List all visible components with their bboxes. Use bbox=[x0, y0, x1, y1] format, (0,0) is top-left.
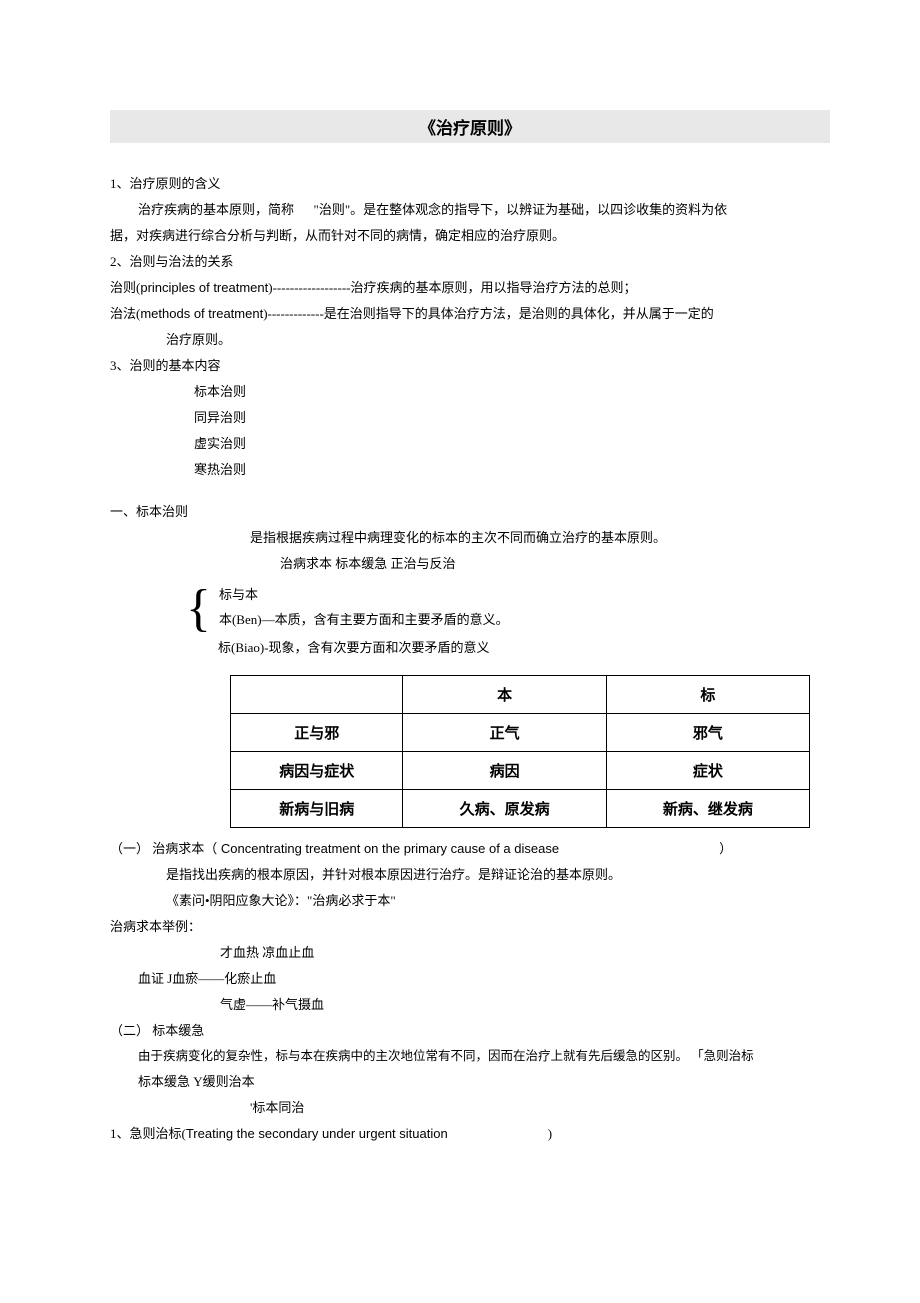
example-line-2: 血证 J血瘀——化瘀止血 bbox=[110, 966, 830, 992]
page-title: 《治疗原则》 bbox=[110, 110, 830, 143]
sub2-para-2: 标本缓急 Y缓则治本 bbox=[110, 1069, 830, 1095]
example-line-3: 气虚——补气摄血 bbox=[110, 992, 830, 1018]
section-2-line-2: 治法(methods of treatment)-------------是在治… bbox=[110, 301, 830, 327]
table-header-ben: 本 bbox=[403, 676, 606, 714]
table-row: 新病与旧病 久病、原发病 新病、继发病 bbox=[231, 790, 810, 828]
section-1-para-1: 治疗疾病的基本原则，简称 "治则"。是在整体观念的指导下，以辨证为基础，以四诊收… bbox=[110, 197, 830, 223]
table-row: 本 标 bbox=[231, 676, 810, 714]
brace-top-line: 治病求本 标本缓急 正治与反治 bbox=[110, 551, 830, 577]
brace-item-3: 标(Biao)-现象，含有次要方面和次要矛盾的意义 bbox=[110, 635, 830, 661]
section-2-heading: 2、治则与治法的关系 bbox=[110, 249, 830, 275]
left-brace-icon: { bbox=[186, 583, 219, 635]
section-3-item-1: 标本治则 bbox=[110, 379, 830, 405]
sub2-para-3: '标本同治 bbox=[110, 1095, 830, 1121]
section-1-heading: 1、治疗原则的含义 bbox=[110, 171, 830, 197]
table-row: 病因与症状 病因 症状 bbox=[231, 752, 810, 790]
sub1-heading: （一） 治病求本（ Concentrating treatment on the… bbox=[110, 836, 830, 862]
section-biaoben-desc: 是指根据疾病过程中病理变化的标本的主次不同而确立治疗的基本原则。 bbox=[110, 525, 830, 551]
sub2-para-1: 由于疾病变化的复杂性，标与本在疾病中的主次地位常有不同，因而在治疗上就有先后缓急… bbox=[110, 1044, 830, 1069]
example-heading: 治病求本举例： bbox=[110, 914, 830, 940]
section-2-line-3: 治疗原则。 bbox=[110, 327, 830, 353]
section-3-item-4: 寒热治则 bbox=[110, 457, 830, 483]
section-3-heading: 3、治则的基本内容 bbox=[110, 353, 830, 379]
brace-item-2: 本(Ben)—本质，含有主要方面和主要矛盾的意义。 bbox=[219, 608, 509, 633]
table-header-biao: 标 bbox=[606, 676, 809, 714]
section-2-line-1: 治则(principles of treatment)-------------… bbox=[110, 275, 830, 301]
section-biaoben-heading: 一、标本治则 bbox=[110, 499, 830, 525]
table-row: 正与邪 正气 邪气 bbox=[231, 714, 810, 752]
brace-item-1: 标与本 bbox=[219, 583, 509, 608]
sub2-heading: （二） 标本缓急 bbox=[110, 1018, 830, 1044]
sub1-para-2: 《素问•阴阳应象大论》："治病必求于本" bbox=[110, 888, 830, 914]
section-1-para-2: 据，对疾病进行综合分析与判断，从而针对不同的病情，确定相应的治疗原则。 bbox=[110, 223, 830, 249]
s1n-heading: 1、急则治标(Treating the secondary under urge… bbox=[110, 1121, 830, 1147]
sub1-para-1: 是指找出疾病的根本原因，并针对根本原因进行治疗。是辩证论治的基本原则。 bbox=[110, 862, 830, 888]
example-line-1: 才血热 凉血止血 bbox=[110, 940, 830, 966]
section-3-item-2: 同异治则 bbox=[110, 405, 830, 431]
section-3-item-3: 虚实治则 bbox=[110, 431, 830, 457]
table-header-blank bbox=[231, 676, 403, 714]
biao-ben-table: 本 标 正与邪 正气 邪气 病因与症状 病因 症状 新病与旧病 久病、原发病 新… bbox=[230, 675, 810, 828]
